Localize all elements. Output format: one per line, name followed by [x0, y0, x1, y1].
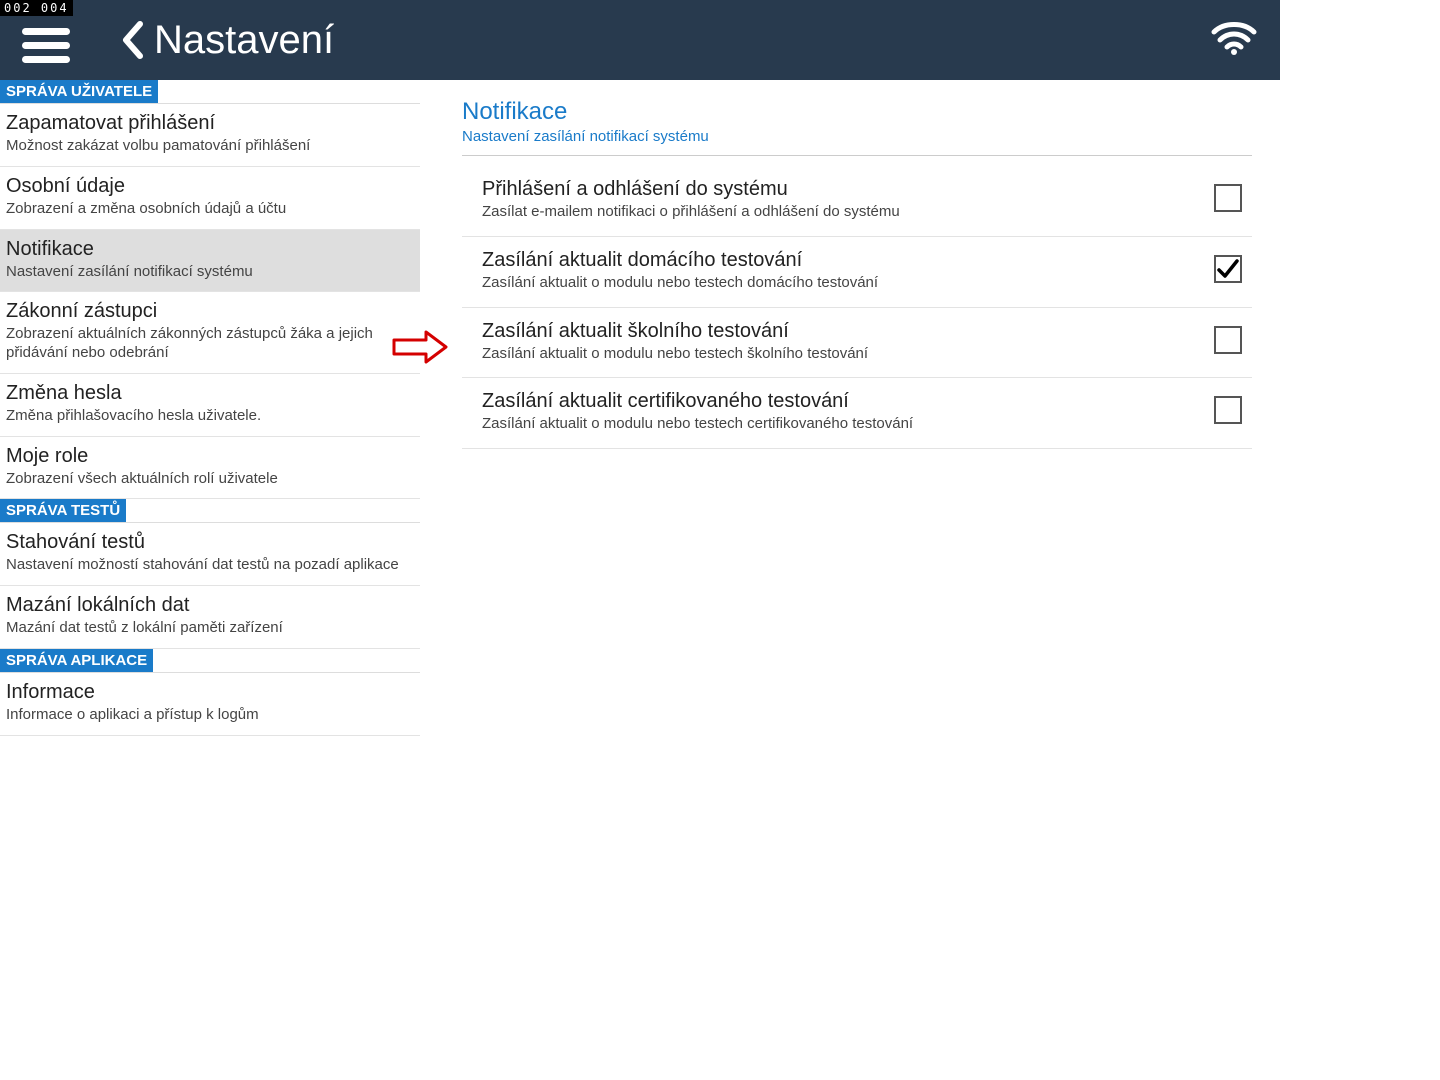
- sidebar-item-title: Mazání lokálních dat: [6, 594, 414, 617]
- sidebar-item-sub: Nastavení možností stahování dat testů n…: [6, 556, 414, 575]
- options-list: Přihlášení a odhlášení do systému Zasílat…: [462, 166, 1252, 449]
- sidebar-item-sub: Zobrazení a změna osobních údajů a účtu: [6, 200, 414, 219]
- settings-sidebar: SPRÁVA UŽIVATELE Zapamatovat přihlášení Mo…: [0, 80, 420, 960]
- sidebar-item[interactable]: Stahování testů Nastavení možností stahov…: [0, 523, 420, 586]
- sidebar-section-header: SPRÁVA TESTŮ: [0, 499, 126, 522]
- sidebar-item-title: Informace: [6, 681, 414, 704]
- option-row: Zasílání aktualit domácího testování Zasí…: [462, 237, 1252, 308]
- option-sub: Zasílání aktualit o modulu nebo testech …: [482, 415, 1184, 434]
- option-sub: Zasílání aktualit o modulu nebo testech …: [482, 345, 1184, 364]
- sidebar-item-title: Notifikace: [6, 238, 414, 261]
- option-checkbox[interactable]: [1214, 326, 1242, 354]
- sidebar-item[interactable]: Moje role Zobrazení všech aktuálních rolí…: [0, 437, 420, 500]
- detail-header: Notifikace Nastavení zasílání notifikací…: [462, 98, 1252, 156]
- sidebar-item-title: Moje role: [6, 445, 414, 468]
- option-row: Zasílání aktualit certifikovaného testov…: [462, 378, 1252, 449]
- back-button[interactable]: Nastavení: [120, 18, 334, 63]
- sidebar-item-title: Zapamatovat přihlášení: [6, 112, 414, 135]
- option-title: Zasílání aktualit certifikovaného testov…: [482, 390, 1184, 413]
- sidebar-item[interactable]: Zákonní zástupciZobrazení aktuálních zák…: [0, 292, 420, 374]
- sidebar-item-sub: Mazání dat testů z lokální paměti zaříze…: [6, 619, 414, 638]
- sidebar-item[interactable]: Zapamatovat přihlášení Možnost zakázat vo…: [0, 104, 420, 167]
- option-checkbox[interactable]: [1214, 184, 1242, 212]
- sidebar-item-title: Osobní údaje: [6, 175, 414, 198]
- settings-detail: Notifikace Nastavení zasílání notifikací…: [420, 80, 1280, 960]
- page-title: Nastavení: [154, 18, 334, 63]
- sidebar-item[interactable]: Osobní údaje Zobrazení a změna osobních ú…: [0, 167, 420, 230]
- sidebar-item-title: Změna hesla: [6, 382, 414, 405]
- menu-icon[interactable]: [22, 28, 70, 63]
- sidebar-item[interactable]: Změna hesla Změna přihlašovacího hesla už…: [0, 374, 420, 437]
- sidebar-item-sub: Informace o aplikaci a přístup k logům: [6, 706, 414, 725]
- option-title: Zasílání aktualit domácího testování: [482, 249, 1184, 272]
- option-checkbox[interactable]: [1214, 396, 1242, 424]
- sidebar-item-title: Stahování testů: [6, 531, 414, 554]
- option-title: Zasílání aktualit školního testování: [482, 320, 1184, 343]
- option-row: Zasílání aktualit školního testování Zasí…: [462, 308, 1252, 379]
- sidebar-item[interactable]: Informace Informace o aplikaci a přístup …: [0, 673, 420, 736]
- option-title: Přihlášení a odhlášení do systému: [482, 178, 1184, 201]
- sidebar-item-sub: Zobrazení aktuálních zákonných zástupců …: [6, 325, 414, 363]
- sidebar-item-title: Zákonní zástupci: [6, 300, 414, 323]
- detail-subtitle: Nastavení zasílání notifikací systému: [462, 128, 1252, 145]
- sidebar-item-sub: Zobrazení všech aktuálních rolí uživatel…: [6, 470, 414, 489]
- sidebar-item[interactable]: Mazání lokálních dat Mazání dat testů z l…: [0, 586, 420, 649]
- chevron-left-icon: [120, 20, 146, 60]
- wifi-icon: [1210, 18, 1258, 63]
- sidebar-item-sub: Nastavení zasílání notifikací systému: [6, 263, 414, 282]
- detail-title: Notifikace: [462, 98, 1252, 126]
- option-sub: Zasílat e-mailem notifikaci o přihlášení…: [482, 203, 1184, 222]
- option-row: Přihlášení a odhlášení do systému Zasílat…: [462, 166, 1252, 237]
- sidebar-item-sub: Možnost zakázat volbu pamatování přihláš…: [6, 137, 414, 156]
- app-header: 002 004 Nastavení: [0, 0, 1280, 80]
- status-time: 002 004: [0, 0, 73, 16]
- sidebar-section-header: SPRÁVA UŽIVATELE: [0, 80, 158, 103]
- option-sub: Zasílání aktualit o modulu nebo testech …: [482, 274, 1184, 293]
- sidebar-item[interactable]: Notifikace Nastavení zasílání notifikací …: [0, 230, 420, 293]
- sidebar-item-sub: Změna přihlašovacího hesla uživatele.: [6, 407, 414, 426]
- sidebar-section-header: SPRÁVA APLIKACE: [0, 649, 153, 672]
- option-checkbox[interactable]: [1214, 255, 1242, 283]
